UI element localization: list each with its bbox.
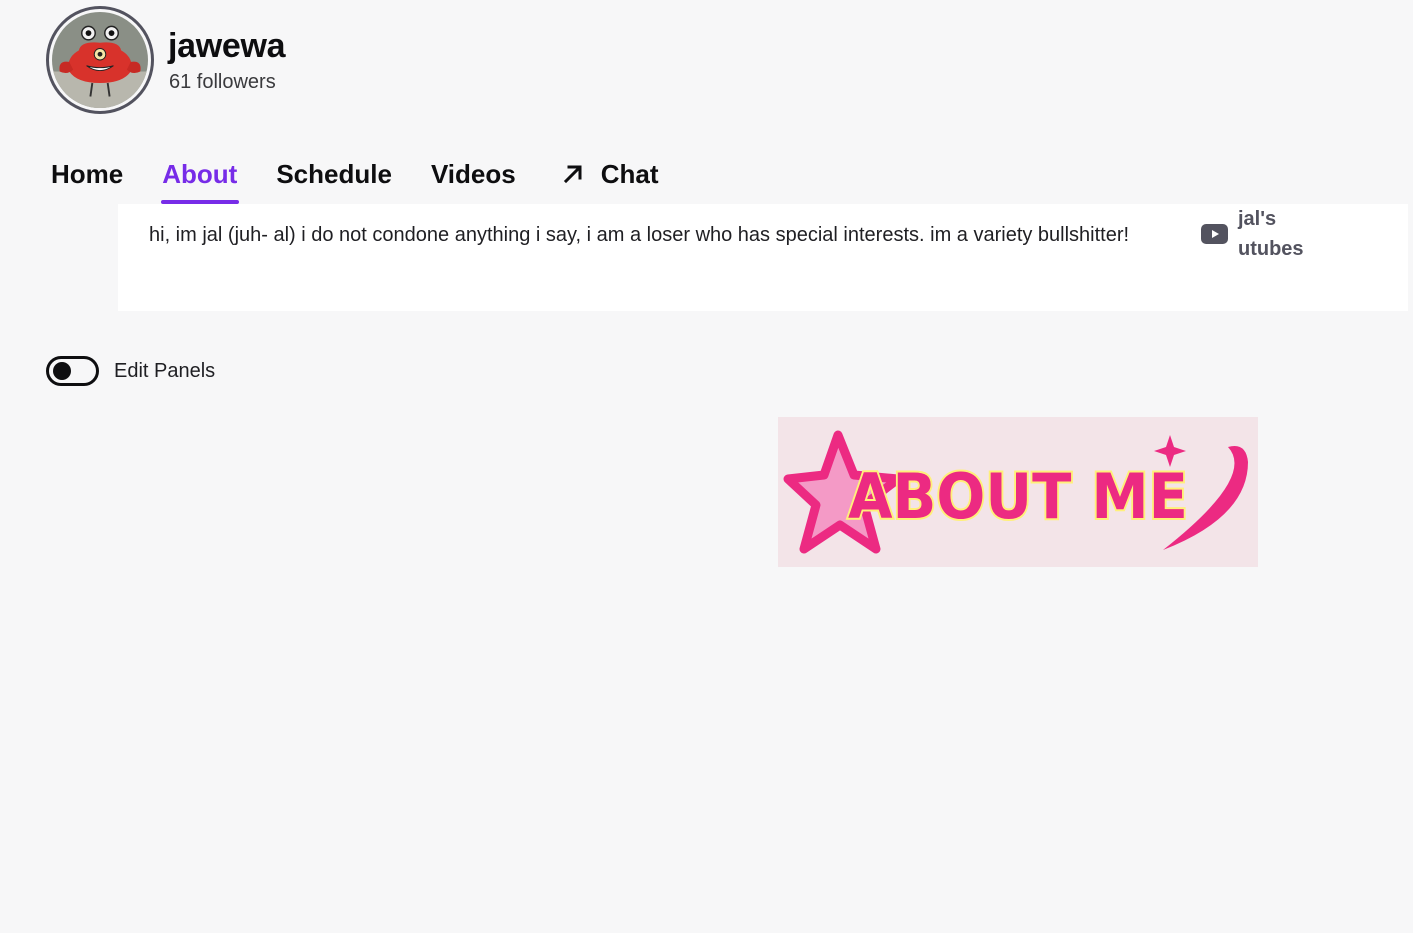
tab-about-label: About [162, 159, 238, 189]
channel-bio: hi, im jal (juh- al) i do not condone an… [149, 224, 1130, 246]
edit-panels-toggle[interactable] [46, 356, 99, 386]
about-me-banner-image: ABOUT ME [783, 430, 1248, 554]
tab-home[interactable]: Home [51, 156, 123, 192]
banner-text: ABOUT ME [848, 460, 1188, 533]
tab-videos-label: Videos [430, 159, 516, 189]
edit-panels-label: Edit Panels [114, 360, 216, 382]
social-link-label: jal's utubes [1238, 208, 1304, 260]
youtube-icon [1201, 224, 1228, 244]
edit-panels-row: Edit Panels [46, 356, 215, 386]
channel-avatar[interactable] [46, 6, 154, 114]
toggle-knob [53, 362, 71, 380]
tab-schedule[interactable]: Schedule [276, 156, 392, 192]
tab-schedule-label: Schedule [276, 159, 392, 189]
tab-videos[interactable]: Videos [431, 156, 516, 192]
external-arrow-icon [563, 165, 582, 184]
channel-tabs: Home About Schedule Videos Chat [51, 156, 698, 204]
channel-name[interactable]: jawewa [168, 26, 286, 66]
tab-home-label: Home [51, 159, 124, 189]
red-creature-avatar-icon [52, 12, 148, 108]
tab-chat[interactable]: Chat [562, 156, 659, 192]
about-panel: hi, im jal (juh- al) i do not condone an… [118, 204, 1408, 311]
tab-about[interactable]: About [161, 156, 240, 204]
social-link-youtube[interactable]: jal's utubes [1201, 204, 1318, 264]
tab-chat-label: Chat [600, 159, 659, 189]
about-me-banner: ABOUT ME [778, 417, 1258, 567]
follower-count: 61 followers [169, 71, 276, 93]
